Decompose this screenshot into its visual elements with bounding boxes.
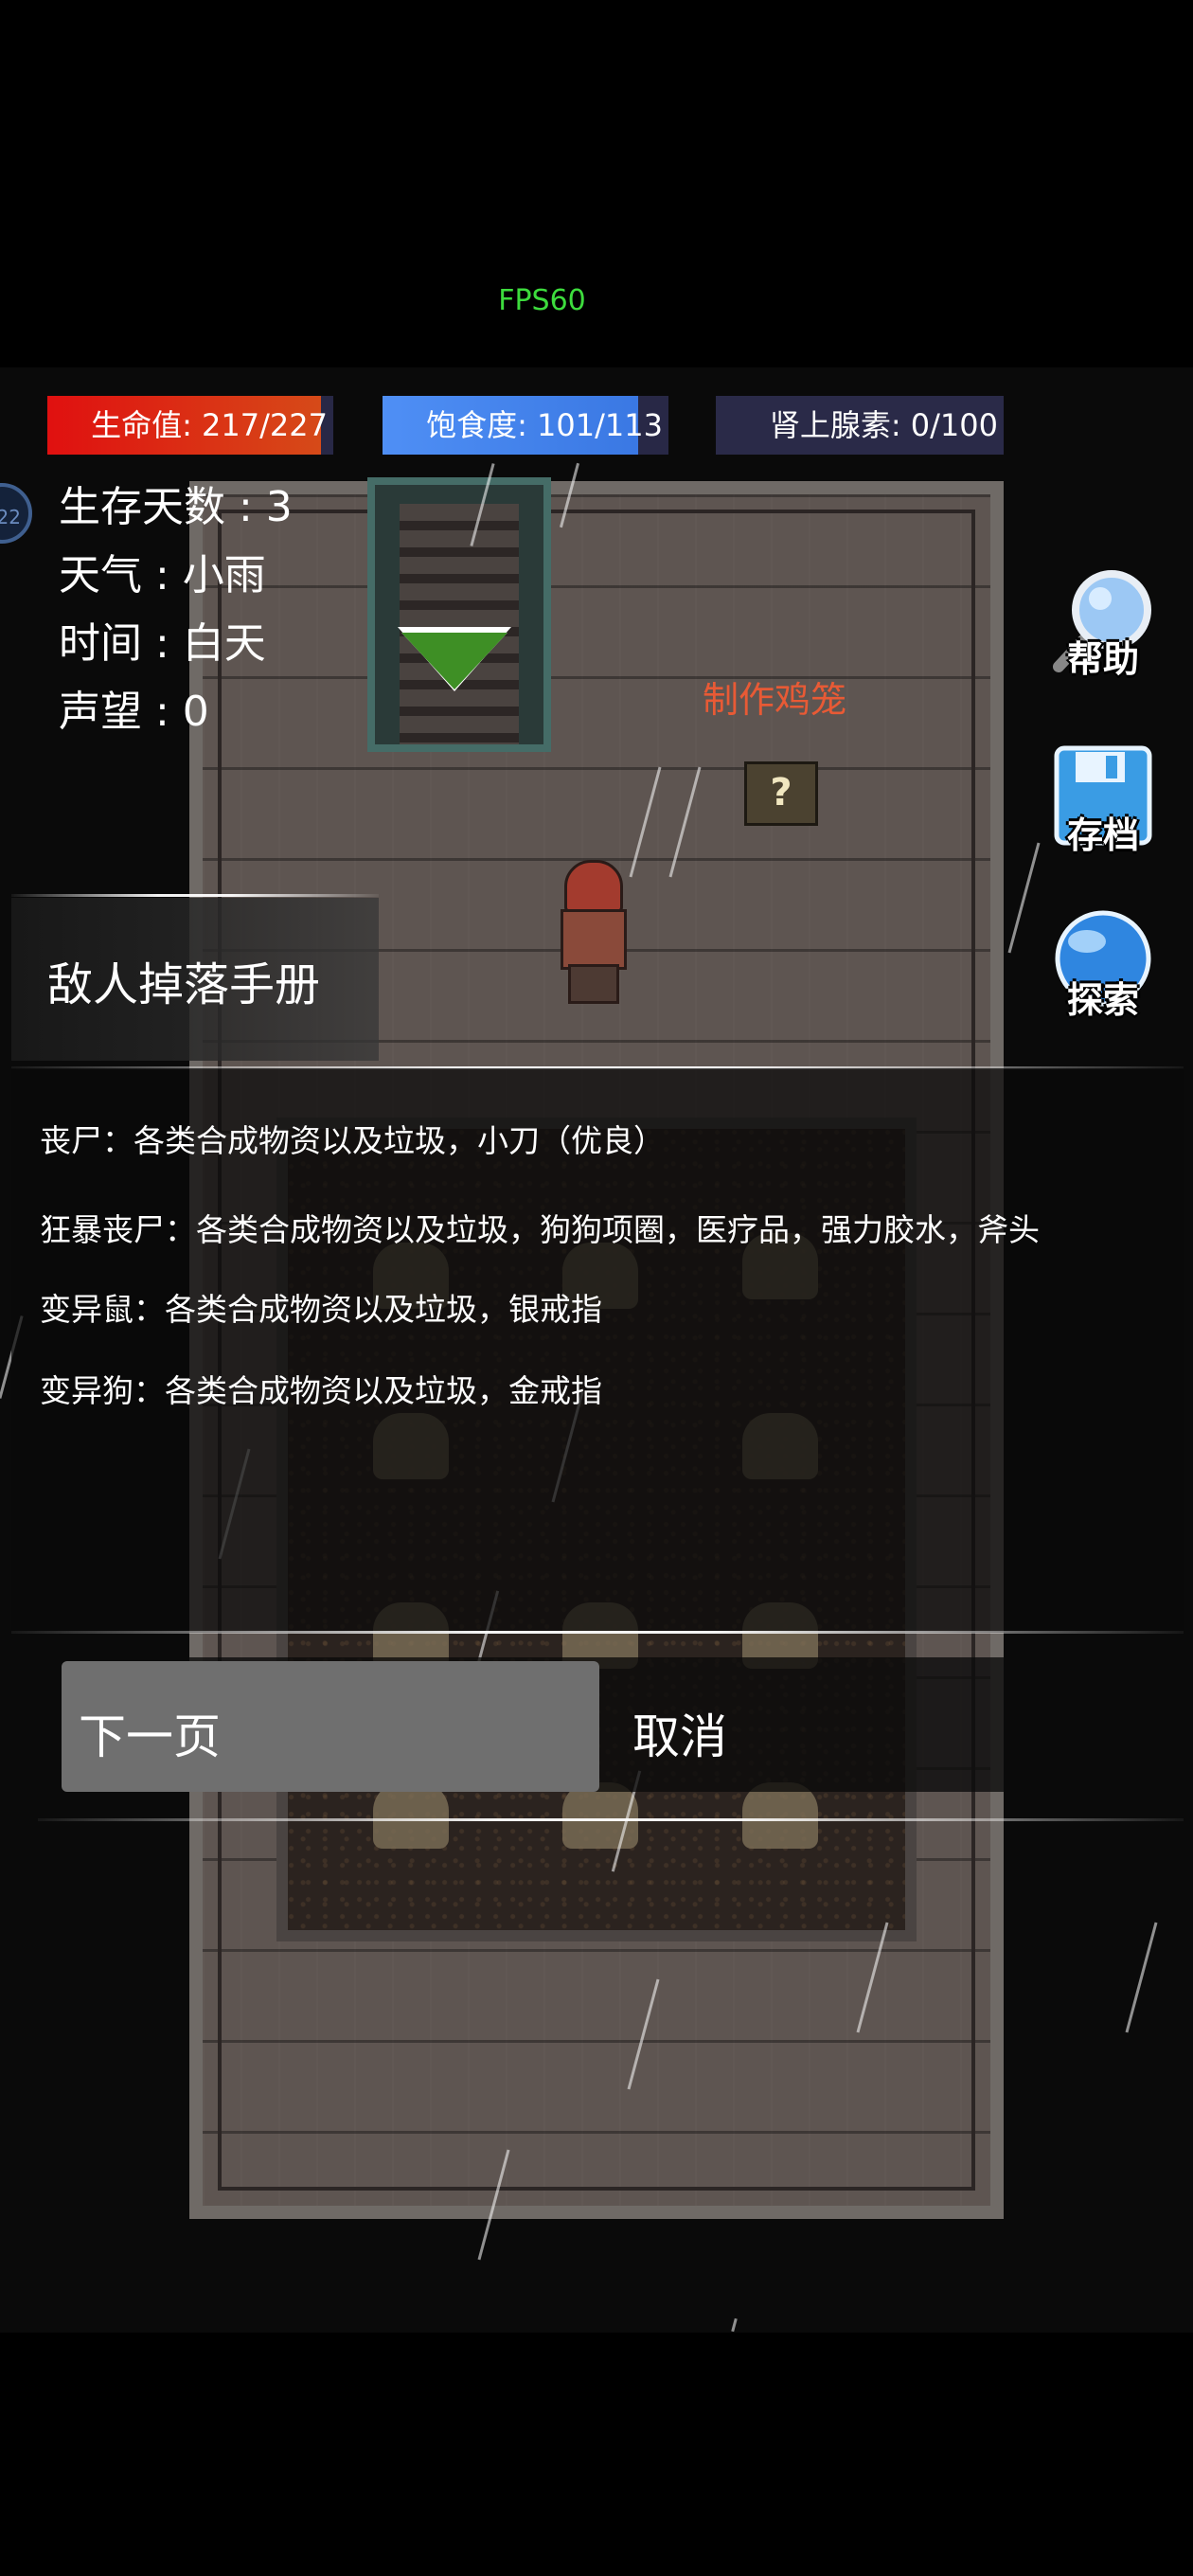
fps-counter: FPS60 <box>498 284 586 317</box>
next-page-button[interactable]: 下一页 <box>62 1661 599 1792</box>
list-item: 变异鼠：各类合成物资以及垃圾，银戒指 <box>40 1291 602 1328</box>
rain-drop <box>731 2317 738 2333</box>
list-item: 变异狗：各类合成物资以及垃圾，金戒指 <box>40 1372 602 1409</box>
hunger-bar-label: 饱食度: 101/113 <box>426 407 663 443</box>
status-panel: 生存天数 : 3 天气 : 小雨 时间 : 白天 声望 : 0 <box>59 474 293 746</box>
divider <box>11 894 379 897</box>
adrenaline-bar-label: 肾上腺素: 0/100 <box>769 407 998 443</box>
next-page-label: 下一页 <box>79 1709 221 1764</box>
divider <box>38 1818 1184 1821</box>
explore-label: 探索 <box>1066 979 1139 1021</box>
adrenaline-bar: 肾上腺素: 0/100 <box>716 396 1004 455</box>
exit-stairs[interactable] <box>367 477 551 752</box>
health-bar: 生命值: 217/227 <box>47 396 333 455</box>
reputation-status: 声望 : 0 <box>59 688 209 736</box>
survival-days: 生存天数 : 3 <box>59 483 293 531</box>
help-label: 帮助 <box>1066 638 1139 680</box>
list-item: 丧尸：各类合成物资以及垃圾，小刀（优良） <box>40 1122 665 1159</box>
rain-drop <box>1125 1922 1158 2033</box>
list-item: 狂暴丧尸：各类合成物资以及垃圾，狗狗项圈，医疗品，强力胶水，斧头 <box>40 1211 1040 1248</box>
dialog-title: 敌人掉落手册 <box>47 958 321 1011</box>
time-status: 时间 : 白天 <box>59 619 266 668</box>
explore-button[interactable]: 探索 <box>1042 909 1165 1023</box>
weather-status: 天气 : 小雨 <box>59 551 266 599</box>
craft-chicken-coop-label[interactable]: 制作鸡笼 <box>703 671 846 723</box>
health-bar-label: 生命值: 217/227 <box>91 407 328 443</box>
down-arrow-icon <box>401 633 507 689</box>
save-button[interactable]: 存档 <box>1042 744 1165 858</box>
cancel-label: 取消 <box>632 1709 727 1764</box>
player-character <box>553 860 629 1004</box>
cancel-button[interactable]: 取消 <box>615 1661 1155 1792</box>
divider <box>11 1631 1184 1634</box>
mystery-box[interactable]: ? <box>744 761 818 826</box>
save-label: 存档 <box>1066 814 1139 856</box>
help-button[interactable]: 帮助 <box>1042 568 1165 682</box>
crop <box>373 1782 449 1849</box>
hunger-bar: 饱食度: 101/113 <box>383 396 668 455</box>
rain-drop <box>1007 842 1041 954</box>
crop <box>742 1782 818 1849</box>
